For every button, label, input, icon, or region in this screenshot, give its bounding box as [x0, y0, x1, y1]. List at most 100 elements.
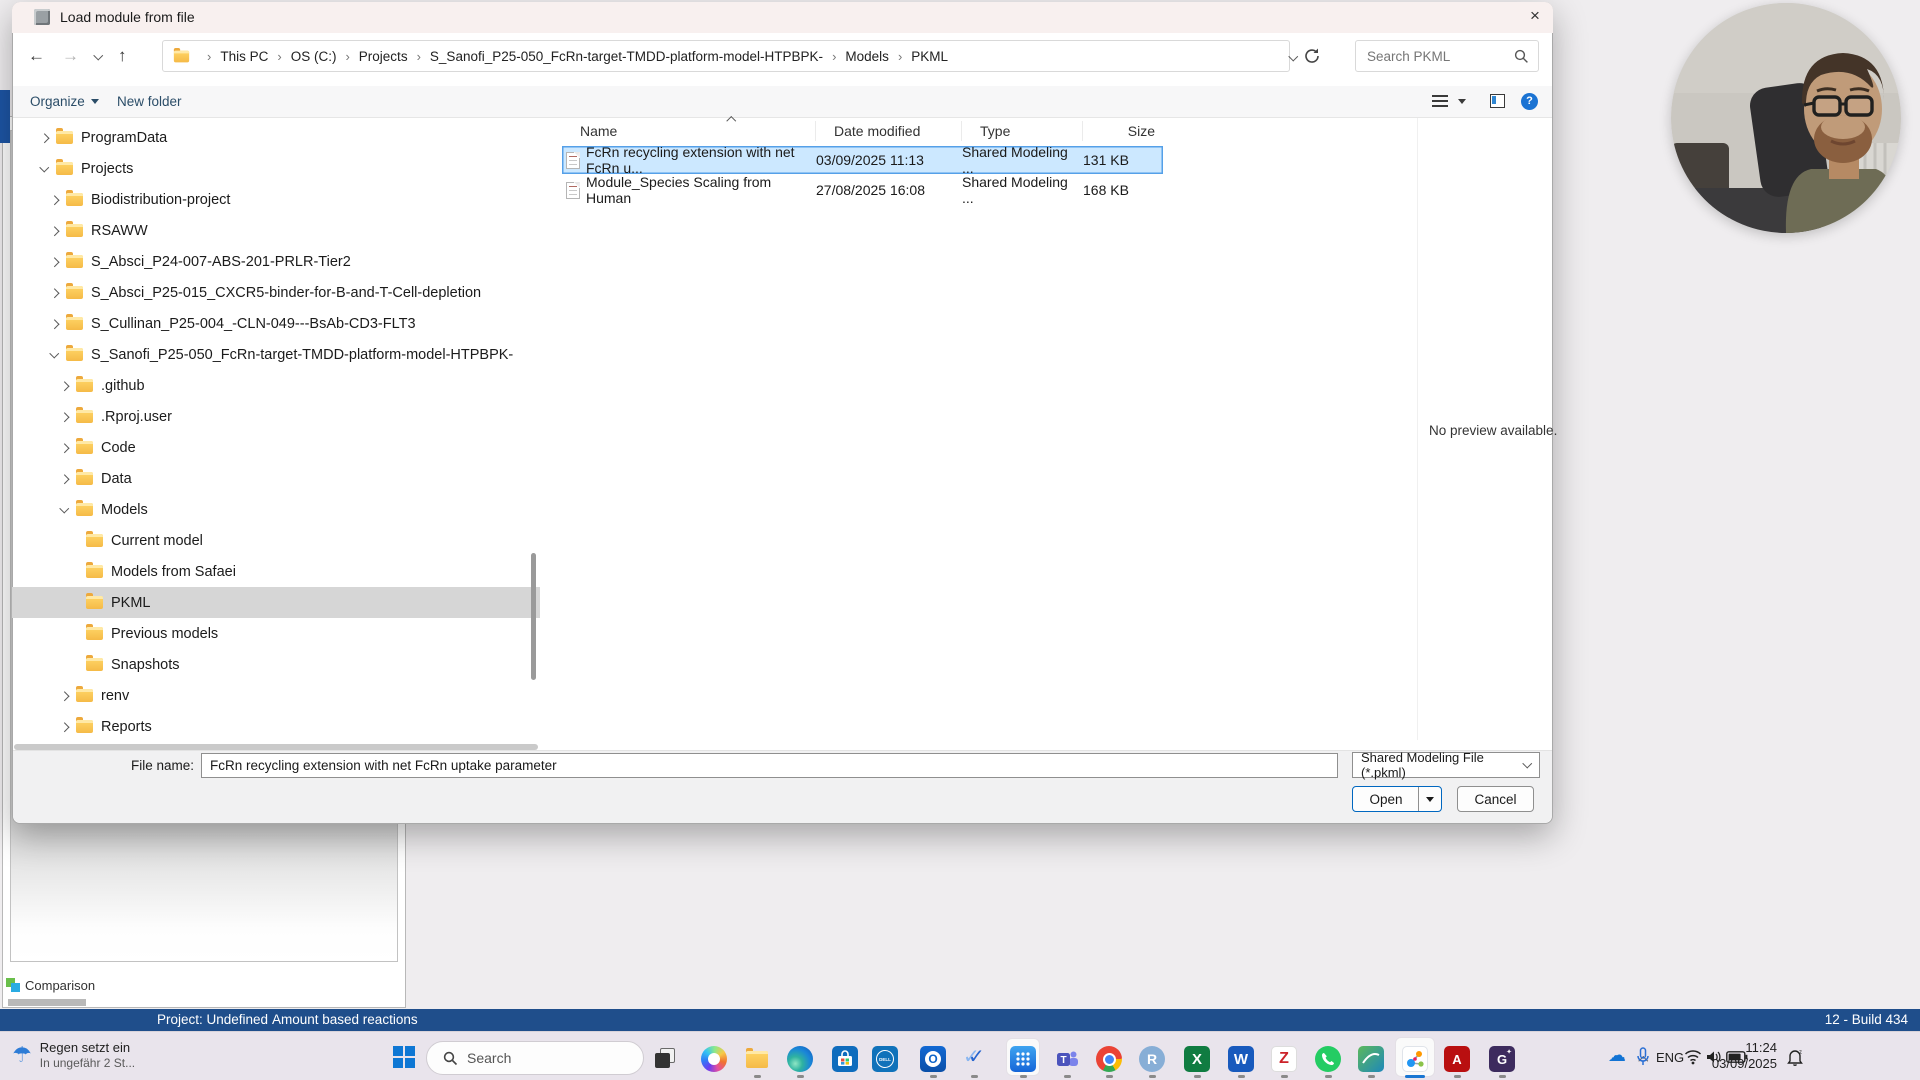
file-row-selected[interactable]: FcRn recycling extension with net FcRn u…: [562, 144, 1163, 176]
green-blue-app-icon[interactable]: [1358, 1046, 1384, 1072]
chevron-right-icon[interactable]: [48, 225, 60, 237]
tree-item-reports[interactable]: Reports: [12, 711, 540, 742]
chevron-right-icon[interactable]: [58, 690, 70, 702]
onedrive-cloud-icon[interactable]: ☁: [1608, 1045, 1626, 1066]
outlook-icon[interactable]: O: [920, 1046, 946, 1072]
tree-item-projects[interactable]: Projects: [12, 153, 540, 184]
tree-item-programdata[interactable]: ProgramData: [12, 122, 540, 153]
preview-pane-icon[interactable]: [1490, 94, 1505, 108]
notification-bell-icon[interactable]: z: [1786, 1048, 1804, 1067]
phone-link-icon[interactable]: [1010, 1046, 1036, 1072]
comparison-tab[interactable]: Comparison: [6, 974, 95, 996]
breadcrumb-os-c[interactable]: OS (C:): [291, 49, 337, 64]
breadcrumb-project-folder[interactable]: S_Sanofi_P25-050_FcRn-target-TMDD-platfo…: [430, 49, 823, 64]
chevron-right-icon[interactable]: [58, 721, 70, 733]
weather-widget[interactable]: ☂ Regen setzt ein In ungefähr 2 St...: [12, 1040, 135, 1070]
wifi-icon[interactable]: [1684, 1049, 1702, 1065]
column-date-modified[interactable]: Date modified: [816, 121, 962, 141]
column-type[interactable]: Type: [962, 121, 1083, 141]
background-hscrollbar[interactable]: [8, 999, 86, 1006]
tree-item-previous-models[interactable]: Previous models: [12, 618, 540, 649]
chevron-right-icon[interactable]: [58, 442, 70, 454]
tree-item-sanofi[interactable]: S_Sanofi_P25-050_FcRn-target-TMDD-platfo…: [12, 339, 540, 370]
tree-item-absci-p24[interactable]: S_Absci_P24-007-ABS-201-PRLR-Tier2: [12, 246, 540, 277]
breadcrumb-projects[interactable]: Projects: [359, 49, 408, 64]
chevron-right-icon[interactable]: [38, 132, 50, 144]
cancel-button[interactable]: Cancel: [1457, 786, 1534, 812]
dell-icon[interactable]: DELL: [872, 1046, 898, 1072]
language-indicator[interactable]: ENG: [1656, 1050, 1684, 1065]
tree-item-data[interactable]: Data: [12, 463, 540, 494]
new-folder-button[interactable]: New folder: [117, 94, 182, 109]
microsoft-store-icon[interactable]: [832, 1046, 858, 1072]
zotero-icon[interactable]: Z: [1271, 1046, 1297, 1072]
address-dropdown-icon[interactable]: [1287, 52, 1299, 64]
chevron-right-icon[interactable]: [58, 380, 70, 392]
tree-vertical-scrollbar[interactable]: [531, 553, 536, 680]
tree-item-github[interactable]: .github: [12, 370, 540, 401]
open-button[interactable]: Open: [1352, 786, 1442, 812]
organize-button[interactable]: Organize: [30, 94, 99, 109]
chevron-right-icon[interactable]: [58, 473, 70, 485]
help-icon[interactable]: ?: [1521, 93, 1538, 110]
search-box[interactable]: [1355, 40, 1539, 72]
start-button[interactable]: [393, 1046, 415, 1068]
tree-item-current-model[interactable]: Current model: [12, 525, 540, 556]
tree-item-absci-p25[interactable]: S_Absci_P25-015_CXCR5-binder-for-B-and-T…: [12, 277, 540, 308]
word-icon[interactable]: W: [1228, 1046, 1254, 1072]
address-bar[interactable]: › This PC › OS (C:) › Projects › S_Sanof…: [162, 40, 1290, 72]
mobi-active-app-icon[interactable]: [1402, 1046, 1428, 1072]
tree-item-biodistribution[interactable]: Biodistribution-project: [12, 184, 540, 215]
chrome-icon[interactable]: [1096, 1046, 1122, 1072]
column-size[interactable]: Size: [1083, 121, 1161, 141]
breadcrumb-models[interactable]: Models: [845, 49, 889, 64]
recent-locations-icon[interactable]: [92, 51, 104, 63]
r-app-icon[interactable]: R: [1139, 1046, 1165, 1072]
search-input[interactable]: [1365, 42, 1515, 70]
tree-item-cullinan[interactable]: S_Cullinan_P25-004_-CLN-049---BsAb-CD3-F…: [12, 308, 540, 339]
taskbar-search[interactable]: Search: [426, 1041, 644, 1075]
file-explorer-icon[interactable]: [744, 1046, 770, 1072]
column-name[interactable]: Name: [562, 121, 816, 141]
breadcrumb-this-pc[interactable]: This PC: [220, 49, 268, 64]
copilot-icon[interactable]: [701, 1046, 727, 1072]
chevron-down-icon[interactable]: [48, 349, 60, 361]
whatsapp-icon[interactable]: [1315, 1046, 1341, 1072]
tree-item-models[interactable]: Models: [12, 494, 540, 525]
tree-item-pkml-selected[interactable]: PKML: [12, 587, 540, 618]
gemini-purple-app-icon[interactable]: G ✦: [1489, 1046, 1515, 1072]
open-split-dropdown[interactable]: [1418, 787, 1440, 811]
tree-item-rsaww[interactable]: RSAWW: [12, 215, 540, 246]
clock[interactable]: 11:24: [1733, 1040, 1777, 1055]
file-type-dropdown[interactable]: Shared Modeling File (*.pkml): [1352, 750, 1540, 780]
up-icon[interactable]: ↑: [118, 46, 127, 66]
view-dropdown-icon[interactable]: [1458, 99, 1466, 104]
chevron-right-icon[interactable]: [48, 287, 60, 299]
view-list-icon[interactable]: [1432, 95, 1448, 97]
refresh-icon[interactable]: [1303, 47, 1321, 65]
chevron-down-icon[interactable]: [38, 163, 50, 175]
chevron-right-icon[interactable]: [48, 194, 60, 206]
tree-item-snapshots[interactable]: Snapshots: [12, 649, 540, 680]
file-name-input[interactable]: [208, 755, 1316, 776]
tree-item-models-from-safaei[interactable]: Models from Safaei: [12, 556, 540, 587]
todo-icon[interactable]: ✓ ✓: [961, 1046, 987, 1072]
teams-icon[interactable]: T: [1054, 1046, 1080, 1072]
acrobat-icon[interactable]: A: [1444, 1046, 1470, 1072]
chevron-down-icon[interactable]: [58, 504, 70, 516]
back-icon[interactable]: ←: [28, 46, 45, 66]
task-view-icon[interactable]: [653, 1046, 679, 1072]
tree-item-code[interactable]: Code: [12, 432, 540, 463]
excel-icon[interactable]: X: [1184, 1046, 1210, 1072]
breadcrumb-pkml[interactable]: PKML: [911, 49, 948, 64]
tree-item-rproj-user[interactable]: .Rproj.user: [12, 401, 540, 432]
chevron-right-icon[interactable]: [48, 256, 60, 268]
edge-icon[interactable]: [787, 1046, 813, 1072]
chevron-right-icon[interactable]: [48, 318, 60, 330]
file-name-combobox[interactable]: [201, 753, 1338, 778]
file-row[interactable]: Module_Species Scaling from Human 27/08/…: [562, 174, 1163, 206]
microphone-icon[interactable]: [1636, 1047, 1650, 1067]
close-icon[interactable]: ×: [1522, 4, 1548, 28]
chevron-right-icon[interactable]: [58, 411, 70, 423]
tree-item-renv[interactable]: renv: [12, 680, 540, 711]
